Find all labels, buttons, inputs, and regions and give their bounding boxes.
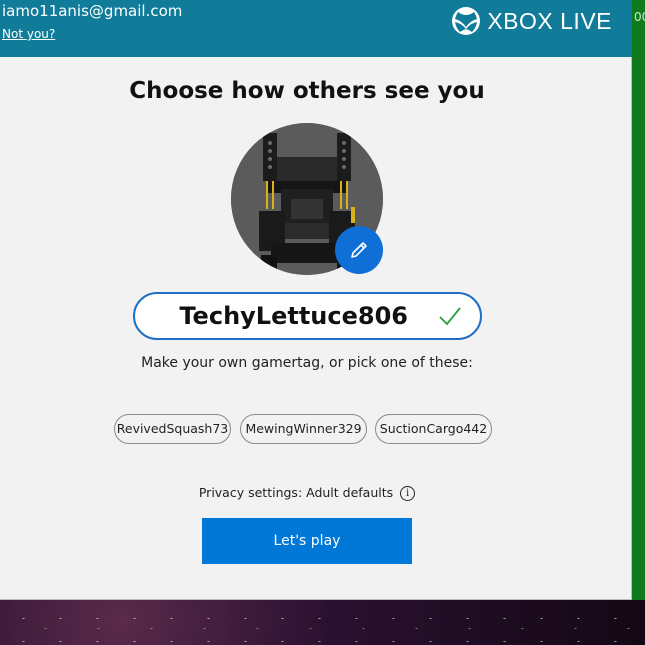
- wallpaper-stars: [0, 600, 645, 645]
- lets-play-button[interactable]: Let's play: [202, 518, 412, 564]
- brand-text: XBOX LIVE: [487, 7, 612, 34]
- background-app-edge: 00: [632, 0, 645, 600]
- xbox-live-brand: XBOX LIVE: [451, 6, 612, 36]
- gamertag-dialog: iamo11anis@gmail.com Not you? XBOX LIVE …: [0, 0, 632, 600]
- page-title: Choose how others see you: [129, 78, 485, 104]
- info-icon[interactable]: i: [400, 486, 416, 501]
- gamertag-value[interactable]: TechyLettuce806: [135, 294, 420, 338]
- suggestion-chip-3[interactable]: SuctionCargo442: [375, 414, 492, 444]
- gamertag-input[interactable]: TechyLettuce806: [133, 292, 482, 340]
- privacy-settings[interactable]: Privacy settings: Adult defaults i: [0, 485, 614, 501]
- checkmark-icon: [439, 307, 461, 326]
- suggestion-chip-2[interactable]: MewingWinner329: [240, 414, 367, 444]
- dialog-header: iamo11anis@gmail.com Not you? XBOX LIVE: [0, 0, 632, 57]
- suggestion-chip-1[interactable]: RevivedSquash73: [114, 414, 231, 444]
- edit-gamerpic-button[interactable]: [335, 226, 383, 274]
- background-peek-text: 00: [634, 10, 645, 24]
- xbox-logo-icon: [452, 7, 481, 35]
- not-you-link[interactable]: Not you?: [2, 27, 55, 41]
- privacy-settings-label[interactable]: Privacy settings: Adult defaults: [199, 485, 393, 500]
- pencil-icon: [351, 242, 367, 258]
- account-email: iamo11anis@gmail.com: [2, 2, 183, 20]
- desktop-wallpaper: [0, 600, 645, 645]
- gamertag-hint: Make your own gamertag, or pick one of t…: [141, 355, 473, 371]
